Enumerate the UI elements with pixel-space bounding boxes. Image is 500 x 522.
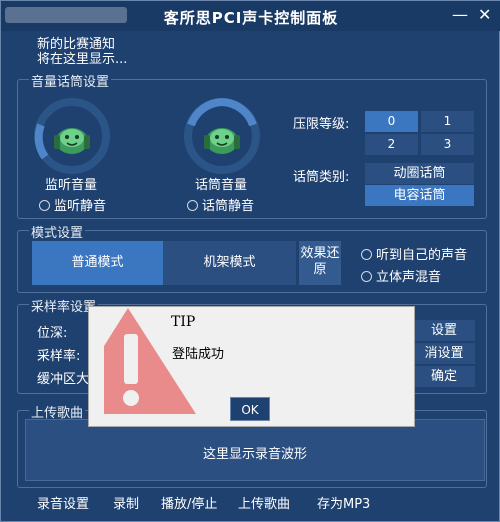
normal-mode-button[interactable]: 普通模式 <box>32 241 163 285</box>
window-title: 客所思PCI声卡控制面板 <box>163 9 339 27</box>
record-settings-button[interactable]: 录音设置 <box>37 493 89 512</box>
mic-type-dynamic-button[interactable]: 动圈话筒 <box>365 163 474 184</box>
ok-button[interactable]: OK <box>230 397 270 421</box>
radio-circle <box>361 249 372 260</box>
record-button[interactable]: 录制 <box>113 493 139 512</box>
set-button[interactable]: 设置 <box>413 320 475 341</box>
mode-group-title: 模式设置 <box>29 222 86 241</box>
notice-line-1: 新的比赛通知 <box>37 37 116 52</box>
radio-circle <box>39 200 50 211</box>
monitor-mute-radio[interactable]: 监听静音 <box>39 195 106 214</box>
restore-effect-button[interactable]: 效果还原 <box>299 241 341 285</box>
hear-self-radio[interactable]: 听到自己的声音 <box>361 244 467 263</box>
monitor-volume-knob[interactable] <box>31 95 113 177</box>
radio-circle <box>361 271 372 282</box>
limit-level-2[interactable]: 2 <box>365 134 418 155</box>
bit-depth-label: 位深: <box>37 326 68 341</box>
dialog-message: 登陆成功 <box>172 347 225 362</box>
stereo-mix-radio[interactable]: 立体声混音 <box>361 266 441 285</box>
volume-group-title: 音量话筒设置 <box>29 71 112 90</box>
mic-volume-label: 话筒音量 <box>195 178 248 193</box>
notice-line-2: 将在这里显示... <box>37 52 128 67</box>
cancel-setting-button[interactable]: 消设置 <box>413 343 475 364</box>
mic-volume-knob[interactable] <box>181 95 263 177</box>
monitor-volume-label: 监听音量 <box>45 178 98 193</box>
main-window: 客所思PCI声卡控制面板 — ✕ 新的比赛通知 将在这里显示... 音量话筒设置… <box>0 0 500 522</box>
mic-type-label: 话筒类别: <box>293 170 350 185</box>
radio-circle <box>187 200 198 211</box>
stereo-mix-label: 立体声混音 <box>376 270 442 285</box>
hear-self-label: 听到自己的声音 <box>376 248 468 263</box>
rack-mode-button[interactable]: 机架模式 <box>163 241 296 285</box>
mic-type-condenser-button[interactable]: 电容话筒 <box>365 185 474 206</box>
match-notice: 新的比赛通知 将在这里显示... <box>37 37 127 67</box>
waveform-placeholder: 这里显示录音波形 <box>202 447 307 462</box>
close-button[interactable]: ✕ <box>478 6 491 24</box>
save-mp3-button[interactable]: 存为MP3 <box>317 493 370 512</box>
waveform-area: 这里显示录音波形 <box>25 419 485 481</box>
limit-level-1[interactable]: 1 <box>421 111 474 132</box>
minimize-button[interactable]: — <box>452 6 468 24</box>
monitor-mute-label: 监听静音 <box>54 199 107 214</box>
confirm-button[interactable]: 确定 <box>413 366 475 387</box>
upload-song-button[interactable]: 上传歌曲 <box>238 493 290 512</box>
limit-level-label: 压限等级: <box>293 117 350 132</box>
play-stop-button[interactable]: 播放/停止 <box>161 493 217 512</box>
buffer-label: 缓冲区大 <box>37 372 90 387</box>
mic-mute-radio[interactable]: 话筒静音 <box>187 195 254 214</box>
limit-level-3[interactable]: 3 <box>421 134 474 155</box>
limit-level-0[interactable]: 0 <box>365 111 418 132</box>
mic-mute-label: 话筒静音 <box>202 199 255 214</box>
sample-rate-label: 采样率: <box>37 349 81 364</box>
title-bar[interactable]: 客所思PCI声卡控制面板 — ✕ <box>1 1 500 31</box>
dialog-title: TIP <box>171 314 196 330</box>
